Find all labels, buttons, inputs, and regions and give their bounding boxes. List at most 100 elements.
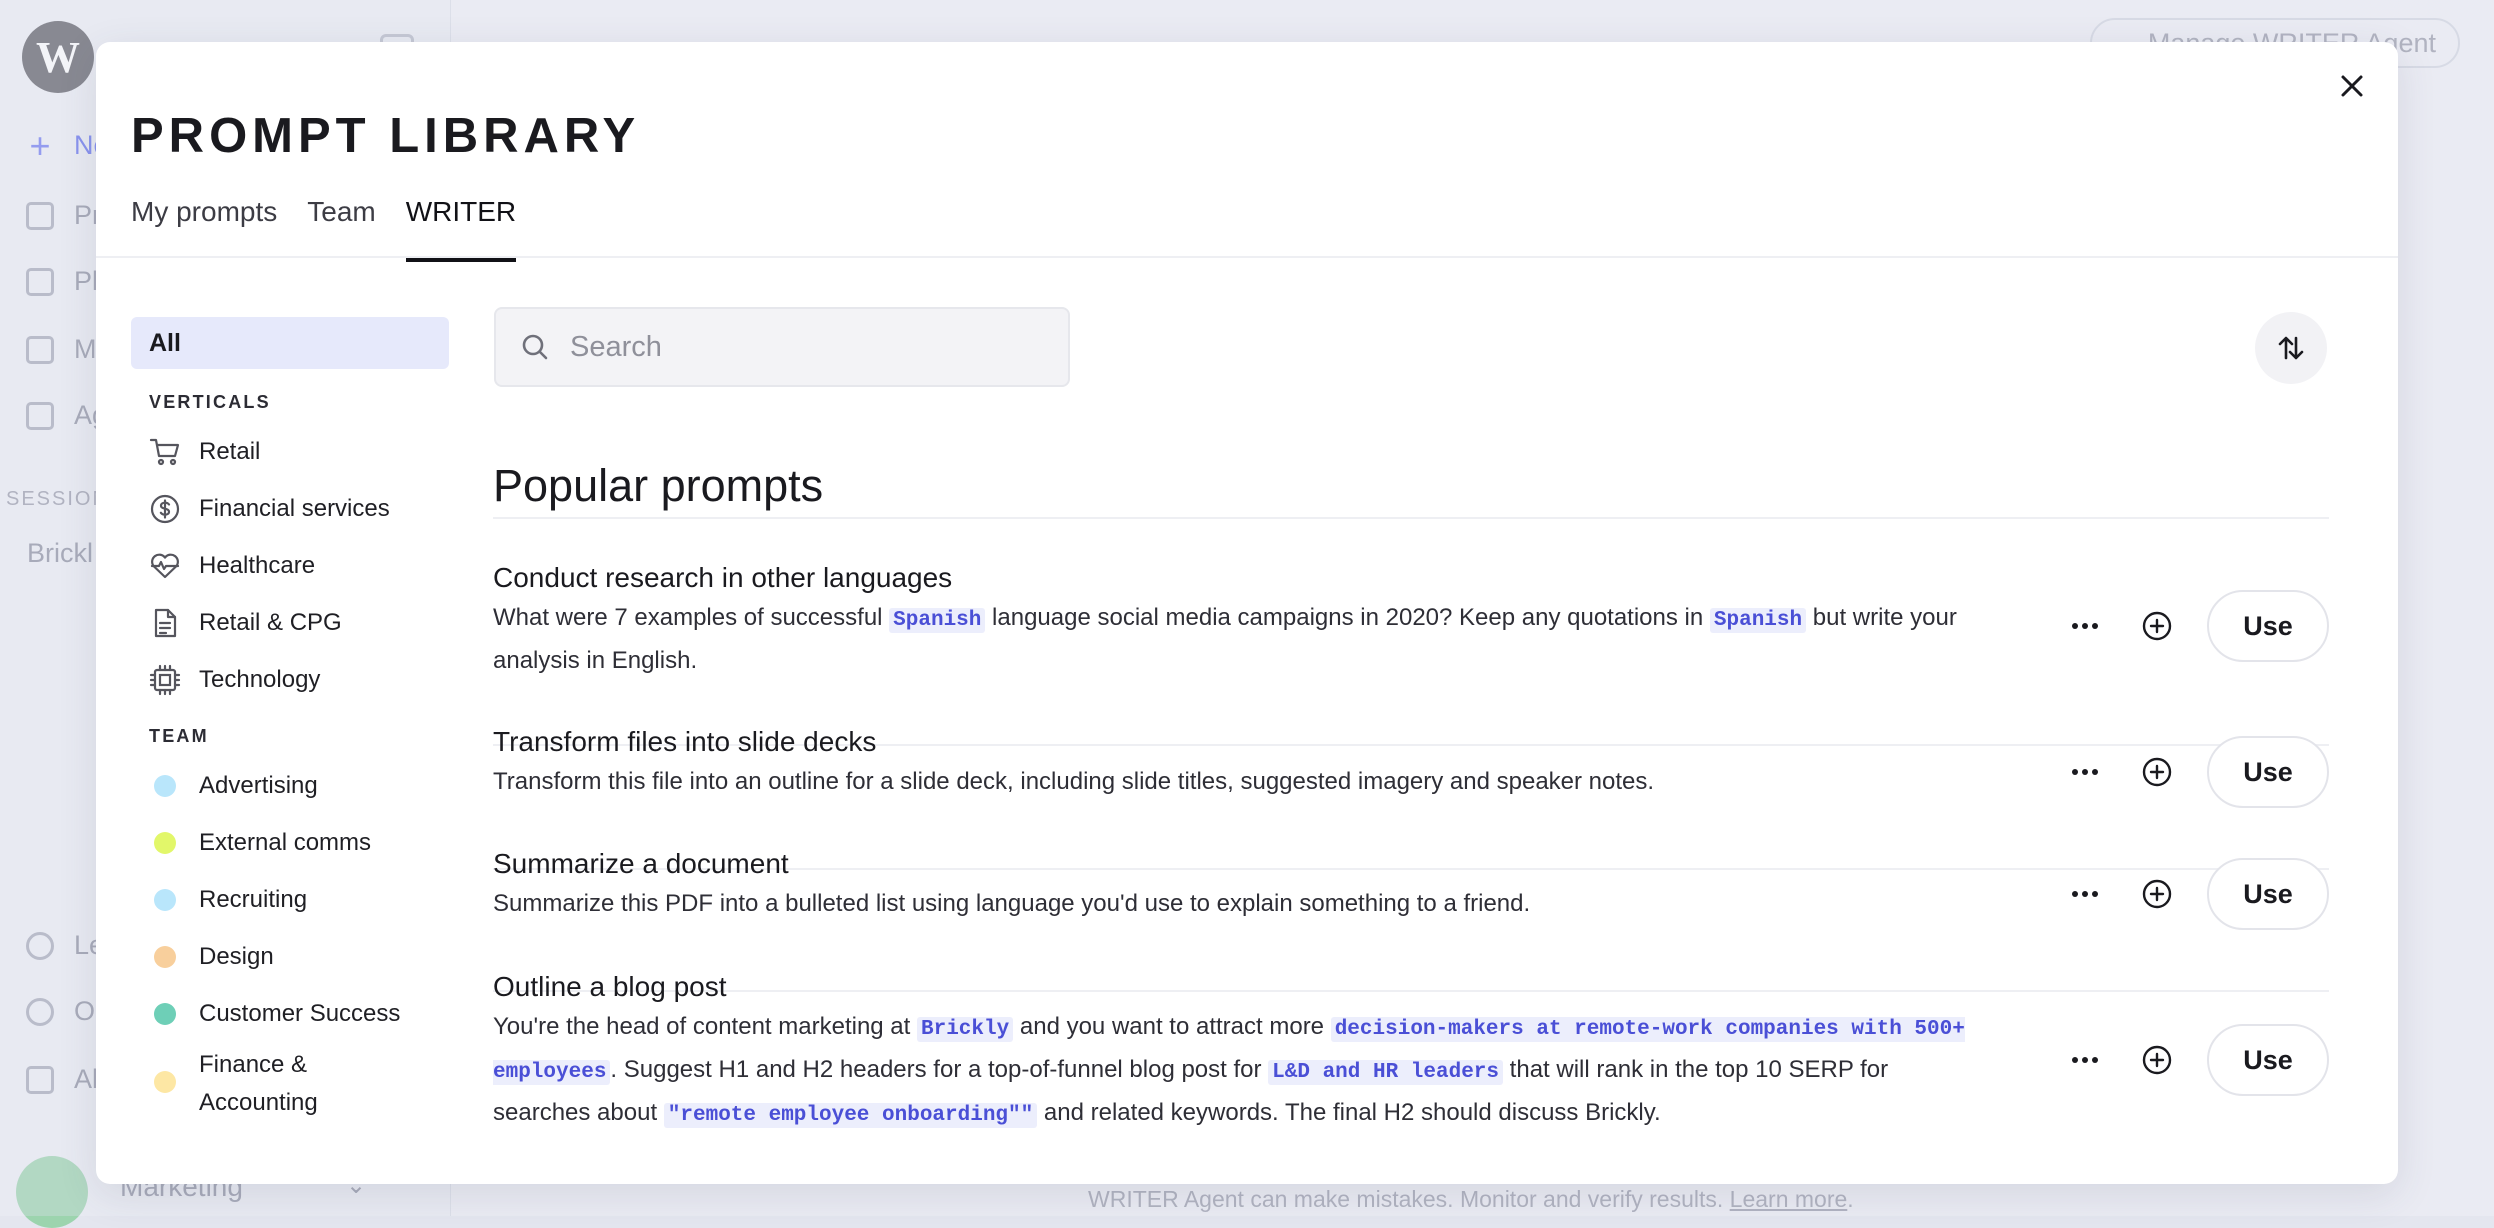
prompt-variable: L&D and HR leaders — [1268, 1060, 1504, 1085]
add-button[interactable] — [2135, 872, 2179, 916]
prompt-text: Summarize this PDF into a bulleted list … — [493, 890, 1531, 917]
more-dots-icon — [2072, 1057, 2098, 1063]
prompt-text: You're the head of content marketing at — [493, 1013, 917, 1040]
prompt-title: Outline a blog post — [493, 971, 727, 1002]
document-icon — [149, 607, 181, 639]
heart-pulse-icon — [149, 550, 181, 582]
more-dots-icon — [2072, 769, 2098, 775]
filter-label: Retail — [199, 437, 261, 465]
more-options-button[interactable] — [2063, 604, 2107, 648]
filter-label: Retail & CPG — [199, 608, 342, 636]
filter-advertising[interactable]: Advertising — [131, 757, 449, 814]
color-dot — [154, 774, 176, 797]
more-options-button[interactable] — [2063, 750, 2107, 794]
filter-retail[interactable]: Retail — [131, 423, 449, 480]
use-button[interactable]: Use — [2207, 1024, 2329, 1096]
sort-arrows-icon — [2278, 336, 2304, 360]
prompt-actions: Use — [2063, 1024, 2329, 1096]
plus-circle-icon — [2142, 757, 2172, 787]
prompt-item[interactable]: Conduct research in other languages What… — [493, 562, 2329, 746]
prompt-actions: Use — [2063, 736, 2329, 808]
prompt-text: and you want to attract more — [1013, 1013, 1331, 1040]
filter-retail-cpg[interactable]: Retail & CPG — [131, 594, 449, 651]
filter-external-comms[interactable]: External comms — [131, 814, 449, 871]
tabs-divider — [96, 256, 2398, 258]
more-options-button[interactable] — [2063, 1038, 2107, 1082]
prompt-body: You're the head of content marketing at … — [493, 1007, 1973, 1136]
filter-label: Healthcare — [199, 551, 316, 579]
filter-label: Finance & Accounting — [199, 1051, 318, 1116]
more-dots-icon — [2072, 623, 2098, 629]
plus-circle-icon — [2142, 611, 2172, 641]
cpu-chip-icon — [149, 664, 181, 696]
prompt-text: language social media campaigns in 2020?… — [985, 604, 1710, 631]
filter-healthcare[interactable]: Healthcare — [131, 537, 449, 594]
more-dots-icon — [2072, 891, 2098, 897]
prompt-text: and related keywords. The final H2 shoul… — [1037, 1099, 1661, 1126]
cart-icon — [149, 436, 181, 468]
prompt-body: What were 7 examples of successful Spani… — [493, 598, 1973, 681]
use-button[interactable]: Use — [2207, 736, 2329, 808]
filter-label: Financial services — [199, 494, 390, 522]
search-input[interactable] — [568, 329, 1032, 365]
color-dot — [154, 888, 176, 911]
search-icon — [522, 334, 548, 360]
prompt-text: What were 7 examples of successful — [493, 604, 890, 631]
prompt-text: Transform this file into an outline for … — [493, 768, 1655, 795]
prompt-actions: Use — [2063, 858, 2329, 930]
filter-label: Design — [199, 942, 274, 970]
filter-recruiting[interactable]: Recruiting — [131, 871, 449, 928]
filter-all[interactable]: All — [131, 317, 449, 369]
search-field[interactable] — [494, 307, 1070, 387]
dollar-circle-icon — [149, 493, 181, 525]
prompt-title: Summarize a document — [493, 848, 789, 879]
library-tabs: My prompts Team WRITER — [131, 192, 546, 262]
section-title: Popular prompts — [493, 460, 824, 511]
prompt-library-modal: PROMPT LIBRARY My prompts Team WRITER Al… — [96, 42, 2398, 1184]
more-options-button[interactable] — [2063, 872, 2107, 916]
prompt-variable: Spanish — [1709, 608, 1807, 633]
filter-customer-success[interactable]: Customer Success — [131, 985, 449, 1042]
color-dot — [154, 831, 176, 854]
filter-technology[interactable]: Technology — [131, 651, 449, 708]
prompt-variable: "remote employee onboarding"" — [663, 1103, 1038, 1128]
filter-design[interactable]: Design — [131, 928, 449, 985]
use-button[interactable]: Use — [2207, 858, 2329, 930]
team-heading: TEAM — [149, 726, 209, 746]
filter-financial-services[interactable]: Financial services — [131, 480, 449, 537]
prompt-item[interactable]: Outline a blog post You're the head of c… — [493, 971, 2329, 1171]
plus-circle-icon — [2142, 879, 2172, 909]
add-button[interactable] — [2135, 1038, 2179, 1082]
filter-label: Advertising — [199, 771, 318, 799]
filter-label: Recruiting — [199, 885, 308, 913]
sort-button[interactable] — [2255, 312, 2327, 384]
filter-label: External comms — [199, 828, 372, 856]
prompt-title: Transform files into slide decks — [493, 726, 877, 757]
plus-circle-icon — [2142, 1045, 2172, 1075]
color-dot — [154, 1071, 176, 1093]
modal-title: PROMPT LIBRARY — [131, 109, 641, 163]
add-button[interactable] — [2135, 604, 2179, 648]
prompt-actions: Use — [2063, 590, 2329, 662]
prompt-title: Conduct research in other languages — [493, 562, 953, 593]
filter-finance-accounting[interactable]: Finance & Accounting — [131, 1042, 449, 1116]
filter-label: Technology — [199, 665, 321, 693]
prompt-variable: Brickly — [916, 1017, 1014, 1042]
add-button[interactable] — [2135, 750, 2179, 794]
color-dot — [154, 1002, 176, 1025]
tab-team[interactable]: Team — [307, 192, 375, 262]
prompt-body: Summarize this PDF into a bulleted list … — [493, 884, 1973, 924]
color-dot — [154, 945, 176, 968]
filter-label: Customer Success — [199, 999, 401, 1027]
close-icon — [2341, 75, 2363, 97]
verticals-heading: VERTICALS — [149, 392, 271, 412]
filter-sidebar: All VERTICALS Retail Financial services — [131, 317, 449, 1155]
tab-my-prompts[interactable]: My prompts — [131, 192, 277, 262]
prompt-variable: Spanish — [889, 608, 986, 633]
prompt-body: Transform this file into an outline for … — [493, 762, 1973, 802]
use-button[interactable]: Use — [2207, 590, 2329, 662]
prompt-text: . Suggest H1 and H2 headers for a top-of… — [610, 1056, 1269, 1083]
tab-writer[interactable]: WRITER — [405, 192, 517, 262]
section-divider — [493, 517, 2329, 519]
close-button[interactable] — [2330, 64, 2374, 108]
